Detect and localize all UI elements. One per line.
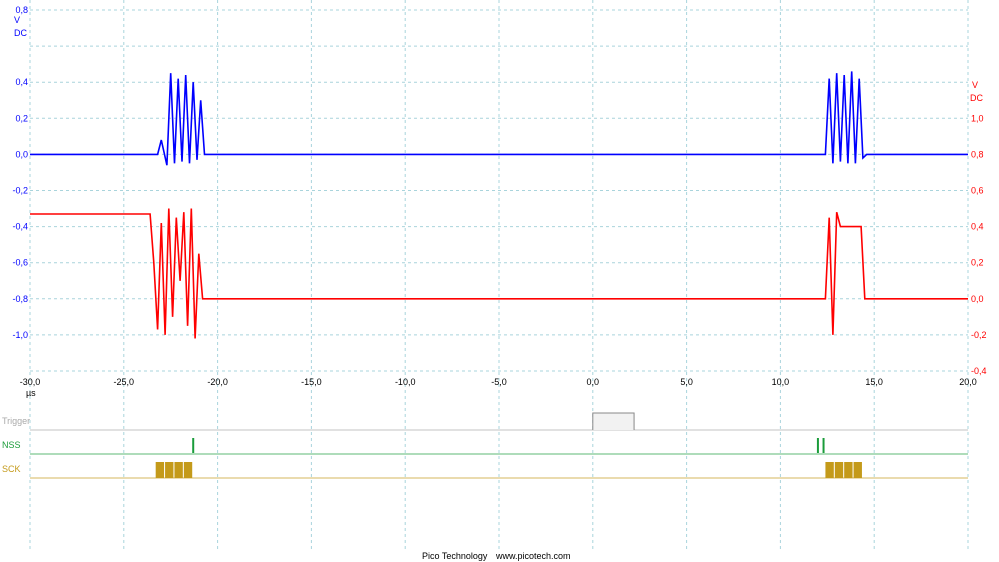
sck-burst-block [834, 462, 844, 478]
sck-burst-block [853, 462, 862, 478]
x-axis-tick-label: -10,0 [395, 377, 416, 387]
right-axis-ticks: 1,0 0,8 0,6 0,4 0,2 0,0 -0,2 -0,4 [971, 113, 987, 376]
right-axis-tick-label: 0,6 [971, 186, 984, 196]
right-axis-tick-label: 0,8 [971, 149, 984, 159]
x-axis-tick-label: -25,0 [114, 377, 135, 387]
x-axis-tick-label: 10,0 [772, 377, 790, 387]
left-axis-tick-label: -0,6 [12, 258, 28, 268]
left-axis-tick-label: 0,0 [15, 149, 28, 159]
x-axis-unit: µs [26, 388, 36, 398]
left-axis-tick-label: -0,4 [12, 222, 28, 232]
channel-label-sck: SCK [2, 464, 21, 474]
right-axis-coupling: DC [970, 93, 983, 103]
sck-burst-block [183, 462, 193, 478]
x-axis-tick-label: -20,0 [207, 377, 228, 387]
trigger-marker [592, 412, 635, 430]
oscilloscope-view: V DC V DC µs 0,8 0,4 0,2 0,0 -0,2 -0,4 -0,6 -0,… [2, 0, 987, 561]
x-axis-tick-label: -15,0 [301, 377, 322, 387]
sck-burst-block [165, 462, 174, 478]
footer-company: Pico Technology [422, 551, 488, 561]
right-axis-tick-label: 0,4 [971, 222, 984, 232]
right-axis-tick-label: 0,0 [971, 294, 984, 304]
x-axis-tick-label: 15,0 [865, 377, 883, 387]
left-axis-tick-label: 0,8 [15, 5, 28, 15]
right-axis-tick-label: 0,2 [971, 258, 984, 268]
x-axis-tick-label: 5,0 [680, 377, 693, 387]
left-axis-ticks: 0,8 0,4 0,2 0,0 -0,2 -0,4 -0,6 -0,8 -1,0 [12, 5, 28, 340]
x-axis-tick-label: 20,0 [959, 377, 977, 387]
right-axis-tick-label: -0,2 [971, 330, 987, 340]
sck-burst-block [155, 462, 165, 478]
channel-label-nss: NSS [2, 440, 21, 450]
channel-label-trigger: Trigger [2, 416, 30, 426]
left-axis-unit: V [14, 15, 20, 25]
right-axis-tick-label: -0,4 [971, 366, 987, 376]
right-axis-tick-label: 1,0 [971, 113, 984, 123]
x-axis-tick-label: -30,0 [20, 377, 41, 387]
x-axis-tick-label: 0,0 [587, 377, 600, 387]
right-axis-unit: V [972, 80, 978, 90]
left-axis-coupling: DC [14, 28, 27, 38]
left-axis-tick-label: -0,2 [12, 186, 28, 196]
x-axis-ticks: -30,0 -25,0 -20,0 -15,0 -10,0 -5,0 0,0 5,0 10,0 1… [20, 377, 977, 387]
left-axis-tick-label: -0,8 [12, 294, 28, 304]
left-axis-tick-label: -1,0 [12, 330, 28, 340]
left-axis-tick-label: 0,4 [15, 77, 28, 87]
sck-burst-block [844, 462, 853, 478]
sck-burst-block [825, 462, 834, 478]
x-axis-tick-label: -5,0 [491, 377, 507, 387]
left-axis-tick-label: 0,2 [15, 113, 28, 123]
footer-url: www.picotech.com [495, 551, 571, 561]
sck-burst-block [174, 462, 183, 478]
